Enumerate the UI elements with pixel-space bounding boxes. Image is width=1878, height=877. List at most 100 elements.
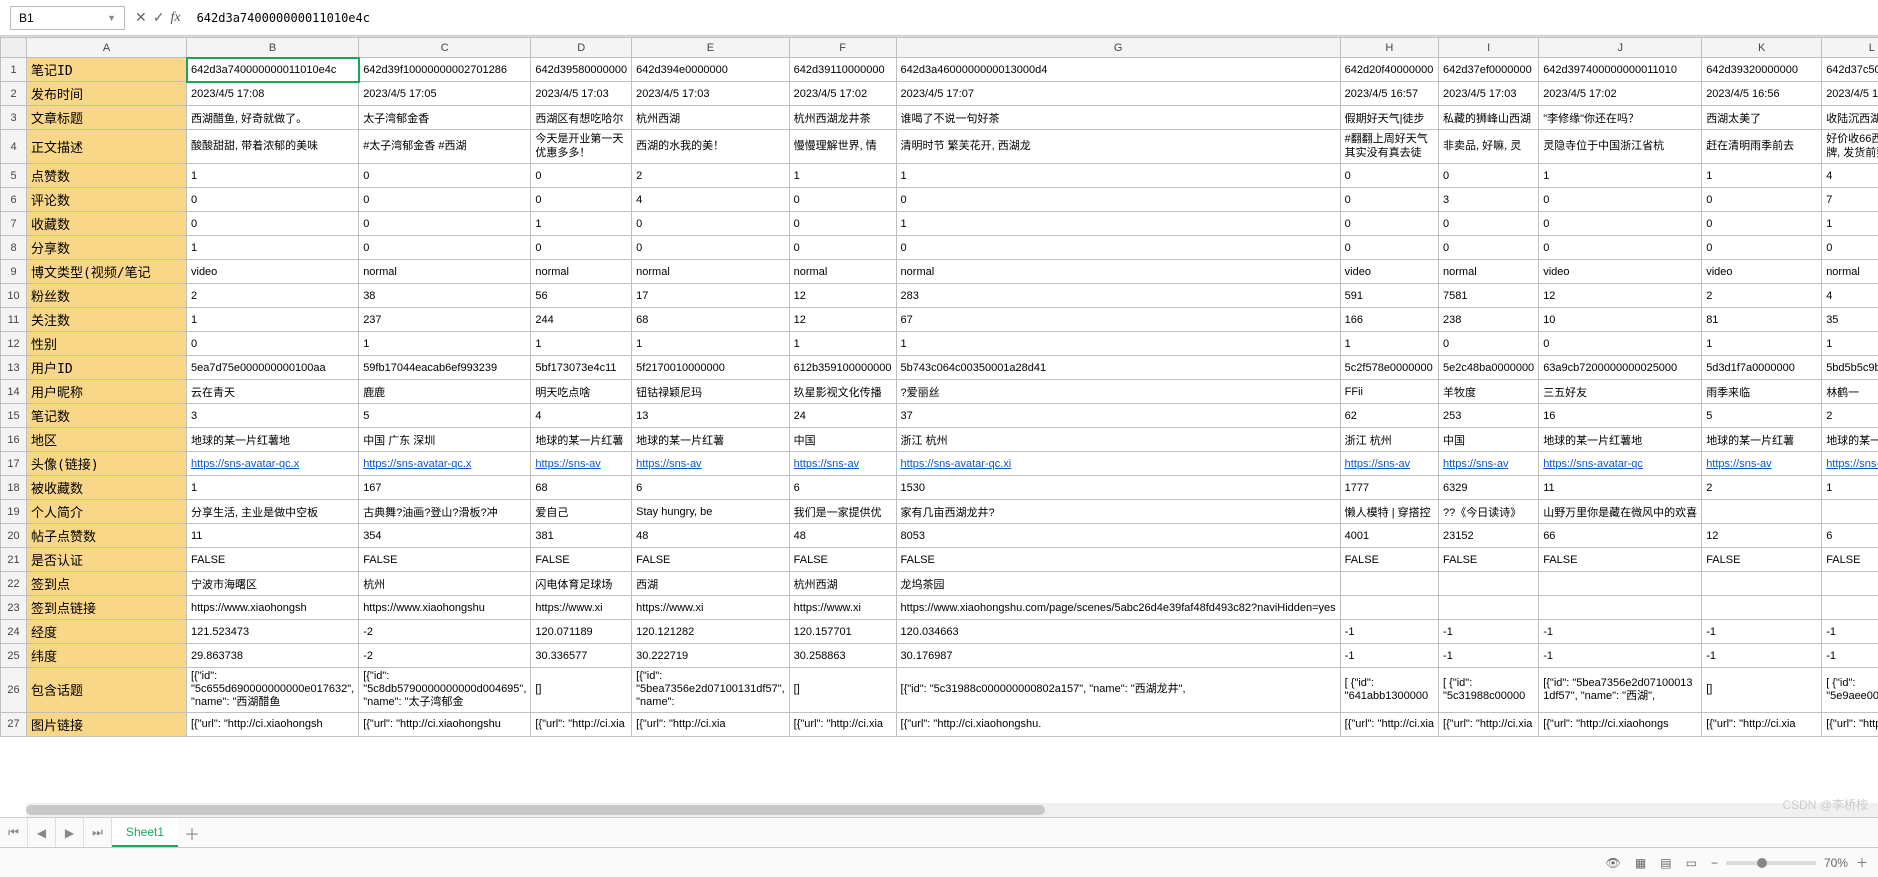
cell[interactable]: FALSE bbox=[187, 548, 359, 572]
row-header[interactable]: 25 bbox=[1, 644, 27, 668]
cell[interactable]: 121.523473 bbox=[187, 620, 359, 644]
cell[interactable]: 612b359100000000 bbox=[789, 356, 896, 380]
hyperlink[interactable]: https://sns-av bbox=[794, 458, 859, 470]
formula-input[interactable] bbox=[191, 6, 1868, 30]
cell[interactable] bbox=[1340, 572, 1438, 596]
cell[interactable]: 5bd5b5c9b55b4c bbox=[1822, 356, 1878, 380]
cell[interactable]: https://sns-av bbox=[1822, 452, 1878, 476]
cell[interactable]: 中国 bbox=[1439, 428, 1539, 452]
column-header[interactable]: J bbox=[1539, 38, 1702, 58]
cell[interactable]: 244 bbox=[531, 308, 632, 332]
spreadsheet-grid[interactable]: ABCDEFGHIJKLMN1笔记ID642d3a740000000011010… bbox=[0, 36, 1878, 817]
cell[interactable]: 分享生活, 主业是做中空板 bbox=[187, 500, 359, 524]
cell[interactable]: 0 bbox=[632, 236, 790, 260]
row-header[interactable]: 12 bbox=[1, 332, 27, 356]
cell[interactable]: 7581 bbox=[1439, 284, 1539, 308]
cell[interactable]: 1 bbox=[1822, 212, 1878, 236]
row-header[interactable]: 24 bbox=[1, 620, 27, 644]
cell[interactable] bbox=[1822, 596, 1878, 620]
cell[interactable]: 0 bbox=[359, 212, 531, 236]
cell[interactable]: [{"url": "http://ci.xiaohongshu. bbox=[896, 712, 1340, 736]
cell[interactable]: 杭州 bbox=[359, 572, 531, 596]
cell[interactable]: #翻翻上周好天气 其实没有真去徒 bbox=[1340, 130, 1438, 164]
cell[interactable]: 地球的某一片红薯 bbox=[632, 428, 790, 452]
cell[interactable]: 浙江 杭州 bbox=[896, 428, 1340, 452]
cell[interactable]: 642d39580000000 bbox=[531, 58, 632, 82]
cell[interactable]: 2 bbox=[1822, 404, 1878, 428]
cell[interactable]: FALSE bbox=[789, 548, 896, 572]
cell[interactable]: 12 bbox=[789, 308, 896, 332]
cell[interactable]: [{"id": "5c8db5790000000000d004695", "na… bbox=[359, 668, 531, 713]
cell[interactable]: 5f2170010000000 bbox=[632, 356, 790, 380]
cell[interactable]: [{"url": "http://ci.xia bbox=[1822, 712, 1878, 736]
cell[interactable]: 2023/4/5 17:08 bbox=[187, 82, 359, 106]
cell[interactable]: 0 bbox=[1539, 332, 1702, 356]
row-label-cell[interactable]: 地区 bbox=[27, 428, 187, 452]
row-header[interactable]: 15 bbox=[1, 404, 27, 428]
cell[interactable]: [ {"id": "641abb1300000 bbox=[1340, 668, 1438, 713]
cell[interactable]: 12 bbox=[1539, 284, 1702, 308]
cell[interactable]: Stay hungry, be bbox=[632, 500, 790, 524]
cell[interactable]: video bbox=[187, 260, 359, 284]
cell[interactable]: 0 bbox=[1702, 236, 1822, 260]
hyperlink[interactable]: https://sns-av bbox=[535, 458, 600, 470]
cell[interactable] bbox=[1822, 500, 1878, 524]
cell[interactable]: [{"url": "http://ci.xiaohongshu bbox=[359, 712, 531, 736]
cell[interactable]: [{"id": "5bea7356e2d07100013 1df57", "na… bbox=[1539, 668, 1702, 713]
cell[interactable]: FALSE bbox=[1539, 548, 1702, 572]
cell[interactable]: 1 bbox=[187, 236, 359, 260]
cell[interactable]: 642d3a4600000000013000d4 bbox=[896, 58, 1340, 82]
cell[interactable]: 1 bbox=[896, 164, 1340, 188]
cell[interactable]: 古典舞?油画?登山?滑板?冲 bbox=[359, 500, 531, 524]
cell[interactable]: 钮钴禄颖尼玛 bbox=[632, 380, 790, 404]
cell[interactable]: 非卖品, 好嘛, 灵 bbox=[1439, 130, 1539, 164]
column-header[interactable]: F bbox=[789, 38, 896, 58]
row-header[interactable]: 1 bbox=[1, 58, 27, 82]
cell[interactable]: [{"url": "http://ci.xiaohongsh bbox=[187, 712, 359, 736]
row-label-cell[interactable]: 包含话题 bbox=[27, 668, 187, 713]
row-header[interactable]: 5 bbox=[1, 164, 27, 188]
cell[interactable]: 12 bbox=[789, 284, 896, 308]
cell[interactable] bbox=[1439, 572, 1539, 596]
cell[interactable]: 642d394e0000000 bbox=[632, 58, 790, 82]
cell[interactable]: 0 bbox=[1702, 212, 1822, 236]
cell[interactable]: normal bbox=[632, 260, 790, 284]
hyperlink[interactable]: https://sns-av bbox=[636, 458, 701, 470]
cell[interactable]: 0 bbox=[1702, 188, 1822, 212]
cell[interactable]: 今天是开业第一天 优惠多多！ bbox=[531, 130, 632, 164]
cell[interactable]: 30.222719 bbox=[632, 644, 790, 668]
row-label-cell[interactable]: 用户ID bbox=[27, 356, 187, 380]
cell[interactable]: 10 bbox=[1539, 308, 1702, 332]
cell[interactable]: FALSE bbox=[632, 548, 790, 572]
cell[interactable]: 宁波市海曙区 bbox=[187, 572, 359, 596]
cell[interactable]: https://sns-avatar-qc bbox=[1539, 452, 1702, 476]
cell[interactable]: 2023/4/5 17:05 bbox=[359, 82, 531, 106]
cell[interactable]: 48 bbox=[789, 524, 896, 548]
cell[interactable]: 1 bbox=[1539, 164, 1702, 188]
cell[interactable]: 1 bbox=[187, 308, 359, 332]
cell[interactable]: 2 bbox=[632, 164, 790, 188]
layout-icon[interactable]: ▤ bbox=[1660, 856, 1671, 870]
cell[interactable]: https://sns-avatar-qc.x bbox=[359, 452, 531, 476]
cell[interactable]: 0 bbox=[187, 332, 359, 356]
cell[interactable]: 68 bbox=[531, 476, 632, 500]
cell[interactable]: 16 bbox=[1539, 404, 1702, 428]
cell[interactable]: normal bbox=[531, 260, 632, 284]
cell[interactable]: 雨季来临 bbox=[1702, 380, 1822, 404]
cell[interactable]: 2 bbox=[1702, 476, 1822, 500]
cell[interactable]: [{"url": "http://ci.xia bbox=[531, 712, 632, 736]
row-label-cell[interactable]: 文章标题 bbox=[27, 106, 187, 130]
cell[interactable]: 西湖太美了 bbox=[1702, 106, 1822, 130]
cell[interactable]: -1 bbox=[1702, 620, 1822, 644]
row-header[interactable]: 17 bbox=[1, 452, 27, 476]
cell[interactable]: 35 bbox=[1822, 308, 1878, 332]
cell[interactable]: https://www.xi bbox=[531, 596, 632, 620]
cell[interactable]: 642d39f10000000002701286 bbox=[359, 58, 531, 82]
cell[interactable]: https://sns-av bbox=[1702, 452, 1822, 476]
cell[interactable]: 0 bbox=[359, 164, 531, 188]
cell[interactable]: FALSE bbox=[1439, 548, 1539, 572]
cell[interactable]: [{"url": "http://ci.xia bbox=[1439, 712, 1539, 736]
cell[interactable]: 西湖醋鱼, 好奇就做了。 bbox=[187, 106, 359, 130]
cell[interactable]: [] bbox=[789, 668, 896, 713]
cell[interactable]: "李修缘"你还在吗？ bbox=[1539, 106, 1702, 130]
